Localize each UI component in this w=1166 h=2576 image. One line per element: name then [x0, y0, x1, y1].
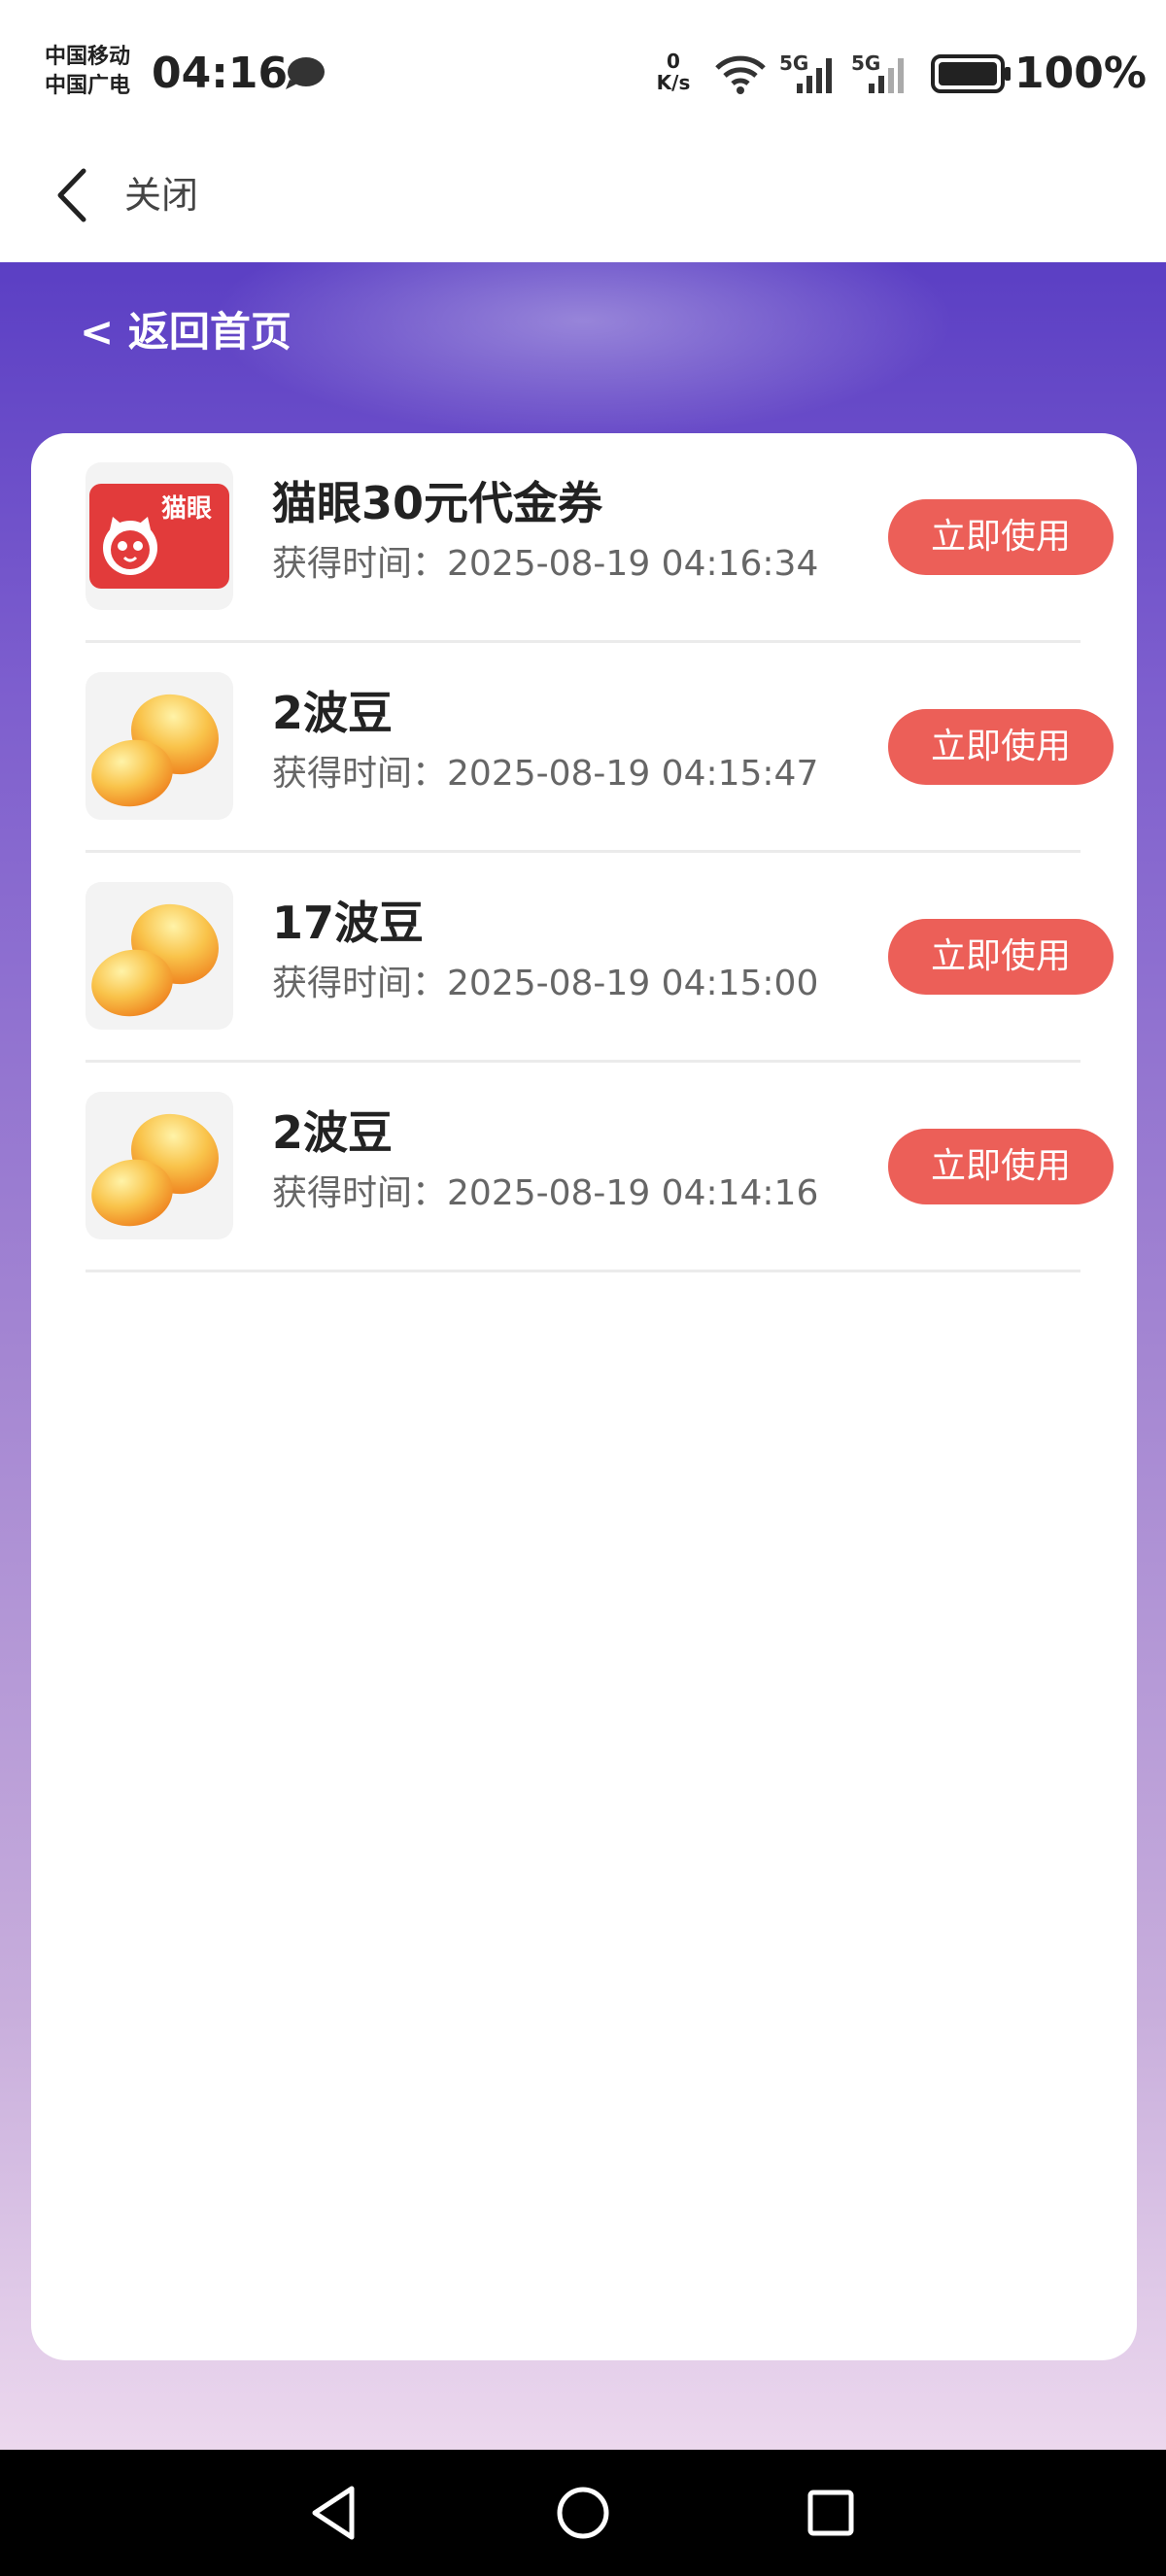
- signal2-label: 5G: [851, 51, 880, 75]
- time-prefix: 获得时间：: [272, 964, 448, 1003]
- net-speed-unit: K/s: [656, 71, 691, 94]
- reward-thumbnail: [86, 1092, 233, 1239]
- signal1-label: 5G: [779, 51, 808, 75]
- bean-icon: [91, 694, 219, 807]
- carrier-info: 中国移动 中国广电: [45, 43, 130, 101]
- status-time: 04:16: [152, 49, 289, 98]
- maoyan-logo-icon: 猫眼: [89, 484, 229, 589]
- net-speed-value: 0: [667, 50, 680, 73]
- use-now-button[interactable]: 立即使用: [888, 709, 1114, 785]
- nav-home-icon[interactable]: [549, 2479, 617, 2547]
- reward-time: 获得时间：2025-08-19 04:15:47: [272, 750, 818, 798]
- list-item: 17波豆 获得时间：2025-08-19 04:15:00 立即使用: [86, 853, 1114, 1063]
- reward-title: 猫眼30元代金券: [272, 477, 603, 529]
- use-now-button[interactable]: 立即使用: [888, 1129, 1114, 1204]
- carrier-line-2: 中国广电: [45, 74, 131, 98]
- maoyan-logo-text: 猫眼: [161, 494, 212, 524]
- time-prefix: 获得时间：: [272, 754, 448, 794]
- bean-icon: [91, 903, 219, 1017]
- reward-title: 2波豆: [272, 687, 394, 739]
- battery-percent: 100%: [1014, 49, 1147, 98]
- use-now-button[interactable]: 立即使用: [888, 919, 1114, 995]
- back-chevron-icon[interactable]: [52, 165, 91, 225]
- list-item: 2波豆 获得时间：2025-08-19 04:15:47 立即使用: [86, 643, 1114, 853]
- battery-icon: [931, 54, 1011, 93]
- close-button[interactable]: 关闭: [124, 171, 198, 220]
- back-to-home-link[interactable]: < 返回首页: [80, 303, 292, 361]
- reward-title: 2波豆: [272, 1106, 394, 1159]
- bean-icon: [91, 1113, 219, 1227]
- time-value: 2025-08-19 04:15:47: [447, 754, 819, 794]
- reward-thumbnail: 猫眼: [86, 462, 233, 610]
- reward-time: 获得时间：2025-08-19 04:15:00: [272, 960, 818, 1008]
- signal-strength-icon-2: 5G: [851, 51, 904, 93]
- wifi-icon: [715, 55, 766, 94]
- time-value: 2025-08-19 04:14:16: [447, 1173, 819, 1213]
- rewards-page-background: < 返回首页 猫眼 猫眼30元代金券 获得时间：2025-08-19 04:16…: [0, 262, 1166, 2450]
- status-bar: 中国移动 中国广电 04:16 0 K/s 5G 5G 100%: [0, 0, 1166, 136]
- rewards-card: 猫眼 猫眼30元代金券 获得时间：2025-08-19 04:16:34 立即使…: [31, 433, 1137, 2360]
- system-navigation-bar: [0, 2450, 1166, 2576]
- title-bar: 关闭: [0, 136, 1166, 262]
- reward-time: 获得时间：2025-08-19 04:14:16: [272, 1169, 818, 1218]
- reward-time: 获得时间：2025-08-19 04:16:34: [272, 540, 818, 589]
- nav-back-icon[interactable]: [301, 2479, 369, 2547]
- list-item: 猫眼 猫眼30元代金券 获得时间：2025-08-19 04:16:34 立即使…: [86, 433, 1114, 643]
- use-now-button[interactable]: 立即使用: [888, 499, 1114, 575]
- list-item: 2波豆 获得时间：2025-08-19 04:14:16 立即使用: [86, 1063, 1114, 1272]
- chat-bubble-icon: [286, 57, 325, 89]
- net-speed: 0 K/s: [649, 51, 698, 93]
- reward-thumbnail: [86, 882, 233, 1030]
- time-prefix: 获得时间：: [272, 1173, 448, 1213]
- time-value: 2025-08-19 04:16:34: [447, 544, 819, 584]
- carrier-line-1: 中国移动: [45, 45, 131, 69]
- signal-strength-icon: 5G: [779, 51, 832, 93]
- time-prefix: 获得时间：: [272, 544, 448, 584]
- reward-thumbnail: [86, 672, 233, 820]
- reward-title: 17波豆: [272, 897, 425, 949]
- time-value: 2025-08-19 04:15:00: [447, 964, 819, 1003]
- nav-recents-icon[interactable]: [797, 2479, 865, 2547]
